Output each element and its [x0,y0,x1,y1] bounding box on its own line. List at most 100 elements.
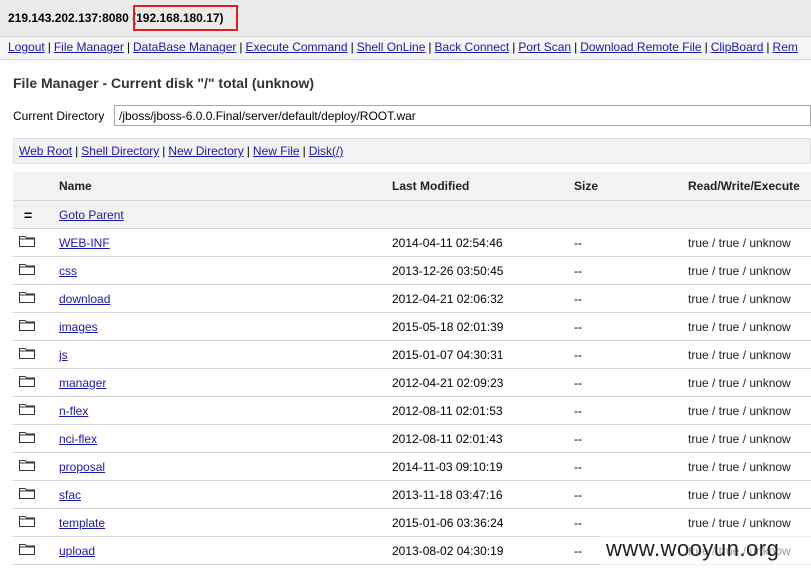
folder-link[interactable]: n-flex [59,404,88,418]
folder-link[interactable]: WEB-INF [59,236,110,250]
size-cell: -- [574,340,688,369]
size-cell: -- [574,424,688,453]
toolbar-separator: | [75,144,79,158]
nav-link-rem[interactable]: Rem [773,40,798,54]
folder-link[interactable]: js [59,348,68,362]
folder-icon [19,347,35,362]
folder-link[interactable]: css [59,264,77,278]
folder-link[interactable]: manager [59,376,106,390]
current-directory-input[interactable] [114,105,811,126]
last-modified-cell: 2015-05-18 02:01:39 [392,312,574,341]
nav-link-download-remote-file[interactable]: Download Remote File [580,40,701,54]
folder-icon [19,235,35,250]
table-row: download 2012-04-21 02:06:32 -- true / true… [13,284,811,313]
table-row: template 2015-01-06 03:36:24 -- true / true… [13,508,811,537]
table-row: nci-flex 2012-08-11 02:01:43 -- true / true… [13,424,811,453]
toolbar-separator: | [302,144,306,158]
permissions-cell: true / true / unknow [688,452,811,481]
toolbar-link-disk-[interactable]: Disk(/) [309,144,344,158]
toolbar-separator: | [246,144,250,158]
permissions-cell: true / true / unknow [688,480,811,509]
current-directory-label: Current Directory [13,109,105,123]
host-bar: 219.143.202.137:8080 (192.168.180.17) [0,0,811,37]
last-modified-cell: 2013-12-26 03:50:45 [392,256,574,285]
folder-icon [19,431,35,446]
nav-link-port-scan[interactable]: Port Scan [518,40,571,54]
folder-link[interactable]: sfac [59,488,81,502]
folder-icon [19,263,35,278]
permissions-cell: true / true / unknow [688,508,811,537]
toolbar-link-new-directory[interactable]: New Directory [168,144,243,158]
last-modified-cell: 2014-04-11 02:54:46 [392,228,574,257]
folder-link[interactable]: template [59,516,105,530]
nav-link-execute-command[interactable]: Execute Command [246,40,348,54]
size-cell: -- [574,256,688,285]
nav-separator: | [766,40,770,54]
nav-separator: | [350,40,354,54]
size-cell: -- [574,508,688,537]
table-row: js 2015-01-07 04:30:31 -- true / true / unk… [13,340,811,369]
nav-separator: | [239,40,243,54]
main-nav-links: Logout | File Manager | DataBase Manager | Exe… [8,40,798,54]
size-cell: -- [574,312,688,341]
toolbar-link-shell-directory[interactable]: Shell Directory [81,144,159,158]
header-size: Size [574,172,688,201]
folder-link[interactable]: upload [59,544,95,558]
table-row: WEB-INF 2014-04-11 02:54:46 -- true / true … [13,228,811,257]
table-row: proposal 2014-11-03 09:10:19 -- true / true… [13,452,811,481]
folder-icon [19,515,35,530]
parent-directory-icon: = [24,206,33,223]
goto-parent-row: = Goto Parent [13,200,811,229]
nav-link-file-manager[interactable]: File Manager [54,40,124,54]
highlight-box [133,5,238,31]
nav-separator: | [428,40,432,54]
folder-icon [19,543,35,558]
permissions-cell: true / true / unknow [688,256,811,285]
last-modified-cell: 2012-08-11 02:01:43 [392,424,574,453]
permissions-cell: true / true / unknow [688,312,811,341]
folder-link[interactable]: nci-flex [59,432,97,446]
nav-link-clipboard[interactable]: ClipBoard [711,40,764,54]
size-cell: -- [574,396,688,425]
permissions-cell: true / true / unknow [688,396,811,425]
size-cell: -- [574,284,688,313]
header-icon-column [13,172,59,201]
directory-toolbar-links: Web Root | Shell Directory | New Directory | N… [19,144,343,158]
last-modified-cell: 2012-04-21 02:09:23 [392,368,574,397]
last-modified-cell: 2013-11-18 03:47:16 [392,480,574,509]
nav-link-shell-online[interactable]: Shell OnLine [357,40,426,54]
size-cell: -- [574,452,688,481]
nav-separator: | [704,40,708,54]
host-address: 219.143.202.137:8080 [8,11,129,25]
nav-separator: | [126,40,130,54]
table-row: sfac 2013-11-18 03:47:16 -- true / true / u… [13,480,811,509]
toolbar-link-web-root[interactable]: Web Root [19,144,72,158]
last-modified-cell: 2012-08-11 02:01:53 [392,396,574,425]
folder-link[interactable]: download [59,292,110,306]
folder-icon [19,375,35,390]
file-table: Name Last Modified Size Read/Write/Execu… [13,172,811,565]
size-cell: -- [574,480,688,509]
nav-link-database-manager[interactable]: DataBase Manager [133,40,236,54]
main-nav: Logout | File Manager | DataBase Manager | Exe… [0,37,811,60]
watermark: www.wooyun.org [606,536,780,561]
folder-icon [19,291,35,306]
table-row: n-flex 2012-08-11 02:01:53 -- true / true /… [13,396,811,425]
folder-icon [19,319,35,334]
toolbar-link-new-file[interactable]: New File [253,144,300,158]
nav-link-back-connect[interactable]: Back Connect [435,40,510,54]
folder-icon [19,487,35,502]
last-modified-cell: 2015-01-07 04:30:31 [392,340,574,369]
last-modified-cell: 2015-01-06 03:36:24 [392,508,574,537]
table-row: images 2015-05-18 02:01:39 -- true / true /… [13,312,811,341]
goto-parent-link[interactable]: Goto Parent [59,208,124,222]
permissions-cell: true / true / unknow [688,228,811,257]
folder-link[interactable]: images [59,320,98,334]
folder-link[interactable]: proposal [59,460,105,474]
table-row: css 2013-12-26 03:50:45 -- true / true / un… [13,256,811,285]
folder-icon [19,403,35,418]
permissions-cell: true / true / unknow [688,424,811,453]
last-modified-cell: 2013-08-02 04:30:19 [392,536,574,565]
nav-link-logout[interactable]: Logout [8,40,45,54]
folder-icon [19,459,35,474]
